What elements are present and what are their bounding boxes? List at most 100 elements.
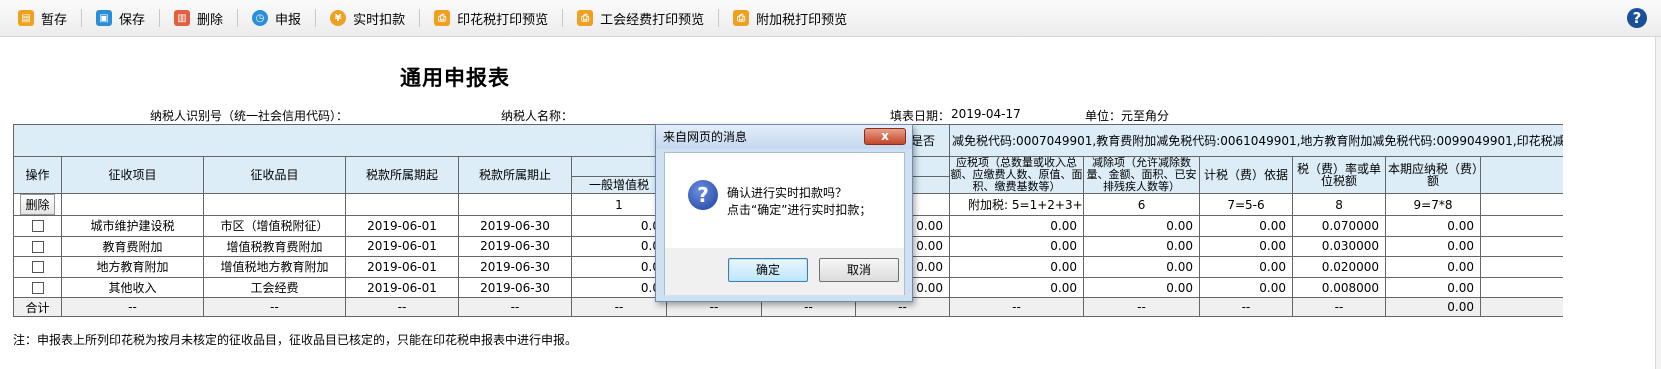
col-levy-item: 征收项目: [61, 156, 204, 194]
row-checkbox[interactable]: [31, 220, 44, 233]
confirm-dialog: 来自网页的消息 x ? 确认进行实时扣款吗？ 点击“确定”进行实时扣款； 确定 …: [655, 124, 913, 302]
rate-value: 0.030000: [1292, 235, 1387, 258]
col-deduction: 减除项（允许减除数量、金额、面积、已安排残疾人数等）: [1083, 156, 1201, 194]
rate-value: 0.070000: [1292, 215, 1387, 237]
formula-payable: 9=7*8: [1385, 193, 1482, 216]
formula-vat: 1: [571, 193, 667, 216]
taxable-amount[interactable]: 0.00: [949, 276, 1085, 299]
formula-basis: 7=5-6: [1199, 193, 1294, 216]
levy-subitem: 市区（增值税附征）: [203, 215, 346, 237]
deduction-amount[interactable]: 0.00: [1083, 215, 1201, 237]
levy-item: 其他收入: [61, 276, 204, 299]
vat-amount[interactable]: 0.0: [571, 256, 667, 278]
print-icon: ⎙: [577, 10, 594, 26]
cancel-button[interactable]: 取消: [819, 258, 899, 282]
save-label: 保存: [119, 12, 146, 28]
taxpayer-id-label: 纳税人识别号（统一社会信用代码）：: [150, 109, 349, 123]
taxable-amount[interactable]: 0.00: [949, 235, 1085, 258]
row-checkbox[interactable]: [31, 240, 44, 253]
taxable-amount[interactable]: 0.00: [949, 256, 1085, 278]
save-button[interactable]: ▣ 保存: [90, 6, 151, 30]
save-draft-button[interactable]: ▤ 暂存: [12, 6, 73, 30]
dialog-body: ? 确认进行实时扣款吗？ 点击“确定”进行实时扣款； 确定 取消: [664, 152, 905, 295]
col-period-end: 税款所属期止: [458, 156, 572, 194]
col-payable: 本期应纳税（费）额: [1385, 156, 1482, 194]
period-end: 2019-06-30: [458, 256, 572, 278]
print-icon: ⎙: [434, 10, 451, 26]
levy-item: 城市维护建设税: [61, 215, 204, 237]
vat-amount[interactable]: 0.0: [571, 235, 667, 258]
toolbar-divider: [315, 9, 317, 27]
basis-amount: 0.00: [1199, 256, 1294, 278]
col-taxable: 应税项（总数量或收入总额、应缴费人数、原值、面积、缴费基数等）: [949, 156, 1085, 194]
realtime-payment-label: 实时扣款: [353, 12, 406, 28]
taxpayer-name-label: 纳税人名称：: [501, 109, 574, 123]
col-basis: 计税（费）依据: [1199, 156, 1294, 194]
payable-amount: 0.00: [1385, 235, 1482, 258]
deduction-amount[interactable]: 0.00: [1083, 235, 1201, 258]
basis-amount: 0.00: [1199, 235, 1294, 258]
basis-amount: 0.00: [1199, 215, 1294, 237]
basis-amount: 0.00: [1199, 276, 1294, 299]
taxable-amount[interactable]: 0.00: [949, 215, 1085, 237]
toolbar-divider: [419, 9, 421, 27]
vat-amount[interactable]: 0.0: [571, 276, 667, 299]
levy-subitem: 增值税教育费附加: [203, 235, 346, 258]
payable-amount: 0.00: [1385, 256, 1482, 278]
payment-icon: ¥: [330, 10, 347, 26]
save-draft-icon: ▤: [18, 10, 34, 26]
payable-amount: 0.00: [1385, 215, 1482, 237]
dialog-footer: 确定 取消: [665, 248, 904, 295]
levy-subitem: 增值税地方教育附加: [203, 256, 346, 278]
rate-value: 0.020000: [1292, 256, 1387, 278]
payable-amount: 0.00: [1385, 276, 1482, 299]
union-fee-print-preview-button[interactable]: ⎙ 工会经费打印预览: [571, 6, 710, 30]
col-blank: [1480, 156, 1563, 194]
stamp-tax-print-label: 印花税打印预览: [457, 12, 549, 28]
ok-button[interactable]: 确定: [728, 258, 808, 282]
col-operation: 操作: [13, 156, 62, 194]
formula-deduction: 6: [1083, 193, 1201, 216]
save-icon: ▣: [96, 10, 113, 26]
formula-rate: 8: [1292, 193, 1387, 216]
period-end: 2019-06-30: [458, 235, 572, 258]
stamp-tax-print-preview-button[interactable]: ⎙ 印花税打印预览: [428, 6, 554, 30]
close-icon[interactable]: x: [864, 128, 906, 145]
vat-amount[interactable]: 0.0: [571, 215, 667, 237]
delete-button[interactable]: ▥ 删除: [168, 6, 229, 30]
period-start: 2019-06-01: [345, 235, 459, 258]
realtime-payment-button[interactable]: ¥ 实时扣款: [324, 6, 411, 30]
period-start: 2019-06-01: [345, 215, 459, 237]
dialog-message-line1: 确认进行实时扣款吗？: [727, 186, 848, 200]
levy-subitem: 工会经费: [203, 276, 346, 299]
unit-label: 单位：元至角分: [1085, 109, 1170, 123]
row-checkbox[interactable]: [31, 282, 44, 295]
sum-total: 0.00: [1385, 297, 1482, 318]
period-start: 2019-06-01: [345, 276, 459, 299]
union-fee-print-label: 工会经费打印预览: [600, 12, 705, 28]
footnote: 注：申报表上所列印花税为按月未核定的征收品目，征收品目已核定的，只能在印花税申报…: [13, 333, 578, 347]
fill-date-label: 填表日期：: [890, 109, 951, 123]
delete-label: 删除: [197, 12, 224, 28]
period-start: 2019-06-01: [345, 256, 459, 278]
toolbar-divider: [237, 9, 239, 27]
toolbar-divider: [159, 9, 161, 27]
question-icon: ?: [688, 180, 718, 210]
surtax-print-preview-button[interactable]: ⎙ 附加税打印预览: [727, 6, 853, 30]
print-icon: ⎙: [733, 10, 750, 26]
deduction-amount[interactable]: 0.00: [1083, 276, 1201, 299]
toolbar: ▤ 暂存 ▣ 保存 ▥ 删除 ◷ 申报 ¥ 实时扣款 ⎙ 印花税打印预览 ⎙ 工…: [0, 0, 1661, 37]
page-title: 通用申报表: [400, 66, 510, 90]
delete-icon: ▥: [174, 10, 191, 26]
vertical-scrollbar[interactable]: [1655, 37, 1661, 369]
row-checkbox[interactable]: [31, 261, 44, 274]
deduction-amount[interactable]: 0.00: [1083, 256, 1201, 278]
declare-icon: ◷: [252, 10, 269, 26]
period-end: 2019-06-30: [458, 276, 572, 299]
row-delete-button[interactable]: 删除: [20, 194, 55, 215]
declare-button[interactable]: ◷ 申报: [246, 6, 307, 30]
fill-date-value: 2019-04-17: [951, 107, 1021, 121]
help-icon[interactable]: ?: [1627, 8, 1647, 28]
toolbar-divider: [562, 9, 564, 27]
dialog-message-line2: 点击“确定”进行实时扣款；: [727, 203, 872, 217]
